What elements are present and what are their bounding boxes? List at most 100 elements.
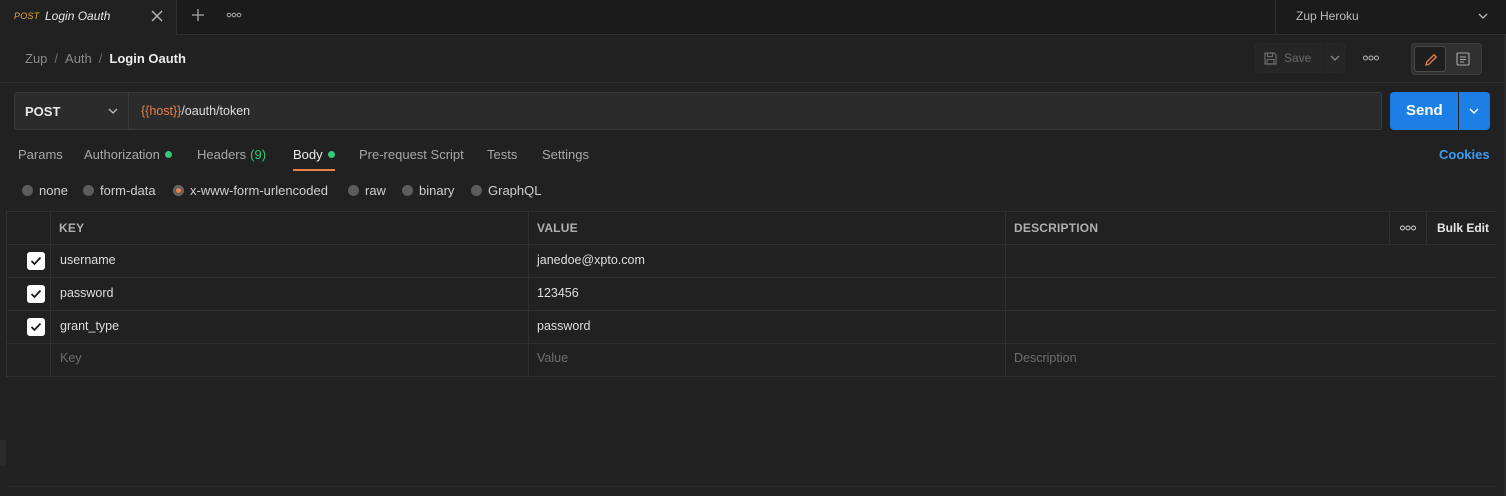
checkmark-icon (30, 322, 42, 332)
table-border (6, 211, 1496, 212)
headers-count-badge: (9) (250, 147, 267, 162)
url-input[interactable]: {{host}}/oauth/token (129, 92, 1382, 130)
radio-raw-label: raw (365, 183, 386, 198)
value-cell[interactable]: 123456 (537, 286, 579, 300)
cookies-link[interactable]: Cookies (1439, 147, 1490, 162)
method-label: POST (25, 104, 61, 119)
radio-button (83, 185, 94, 196)
environment-selector[interactable]: Zup Heroku (1275, 0, 1506, 35)
tab-headers[interactable]: Headers (9) (197, 147, 266, 162)
save-label: Save (1284, 51, 1312, 65)
radio-graphql-label: GraphQL (488, 183, 542, 198)
tab-tests[interactable]: Tests (487, 147, 517, 162)
sidebar-edge (0, 440, 6, 466)
row-checkbox[interactable] (27, 318, 45, 336)
column-header-description: DESCRIPTION (1014, 221, 1099, 235)
comment-icon[interactable] (1455, 51, 1471, 67)
table-border (1005, 211, 1006, 376)
radio-graphql[interactable]: GraphQL (471, 183, 541, 198)
pencil-icon (1425, 53, 1438, 66)
radio-button-selected (173, 185, 184, 196)
tab-settings[interactable]: Settings (542, 147, 589, 162)
table-border (6, 244, 1496, 245)
value-cell[interactable]: janedoe@xpto.com (537, 253, 645, 267)
checkmark-icon (30, 289, 42, 299)
chevron-down-icon (1469, 108, 1479, 114)
tab-authorization[interactable]: Authorization (84, 147, 172, 162)
tab-title: Login Oauth (45, 9, 111, 23)
radio-form-data-label: form-data (100, 183, 156, 198)
key-cell[interactable]: username (60, 253, 116, 267)
more-horizontal-icon[interactable] (1399, 221, 1417, 235)
send-label: Send (1406, 102, 1443, 119)
save-options-button[interactable] (1324, 43, 1346, 73)
radio-raw[interactable]: raw (348, 183, 386, 198)
plus-icon[interactable] (190, 7, 206, 23)
chevron-down-icon (1330, 55, 1340, 61)
radio-urlencoded-label: x-www-form-urlencoded (190, 183, 328, 198)
table-border (50, 211, 51, 376)
header-divider (0, 82, 1506, 83)
table-border (6, 376, 1496, 377)
active-tab-indicator (293, 169, 335, 171)
chevron-down-icon (1478, 13, 1488, 19)
bulk-edit-button[interactable]: Bulk Edit (1437, 221, 1489, 235)
save-icon (1264, 52, 1277, 65)
tab-body[interactable]: Body (293, 147, 335, 162)
table-border (1426, 211, 1427, 244)
send-options-button[interactable] (1459, 92, 1490, 130)
page-title[interactable]: Login Oauth (109, 51, 186, 66)
breadcrumb-item-collection[interactable]: Zup (25, 51, 47, 66)
request-tab[interactable]: POST Login Oauth (0, 0, 177, 35)
column-header-key: KEY (59, 221, 85, 235)
url-text: {{host}}/oauth/token (141, 104, 250, 118)
value-cell[interactable]: password (537, 319, 591, 333)
radio-button (348, 185, 359, 196)
table-border (1389, 211, 1390, 244)
view-mode-toggle (1411, 43, 1482, 75)
tab-bar: POST Login Oauth Zup Heroku (0, 0, 1506, 35)
description-input[interactable]: Description (1014, 351, 1077, 365)
table-border (6, 211, 7, 376)
radio-button (471, 185, 482, 196)
tab-headers-label: Headers (197, 147, 247, 162)
send-button[interactable]: Send (1390, 92, 1458, 130)
breadcrumb-item-folder[interactable]: Auth (65, 51, 92, 66)
table-border (6, 310, 1496, 311)
key-cell[interactable]: password (60, 286, 114, 300)
radio-binary-label: binary (419, 183, 455, 198)
radio-button (402, 185, 413, 196)
radio-urlencoded[interactable]: x-www-form-urlencoded (173, 183, 328, 198)
method-select[interactable]: POST (14, 92, 129, 130)
more-horizontal-icon[interactable] (226, 8, 242, 22)
save-button[interactable]: Save (1254, 43, 1323, 73)
more-horizontal-icon[interactable] (1362, 51, 1380, 65)
url-variable: {{host}} (141, 104, 182, 118)
value-input[interactable]: Value (537, 351, 568, 365)
status-dot (327, 151, 335, 158)
table-border (6, 277, 1496, 278)
row-checkbox[interactable] (27, 285, 45, 303)
close-icon[interactable] (150, 9, 164, 23)
edit-mode-button[interactable] (1414, 46, 1446, 72)
tab-params[interactable]: Params (18, 147, 63, 162)
radio-form-data[interactable]: form-data (83, 183, 156, 198)
table-border (528, 211, 529, 376)
tab-method-badge: POST (14, 11, 40, 21)
table-border (6, 343, 1496, 344)
radio-binary[interactable]: binary (402, 183, 454, 198)
status-dot (164, 151, 172, 158)
checkmark-icon (30, 256, 42, 266)
key-input[interactable]: Key (60, 351, 82, 365)
radio-none-label: none (39, 183, 68, 198)
tab-body-label: Body (293, 147, 323, 162)
environment-label: Zup Heroku (1296, 9, 1359, 23)
key-cell[interactable]: grant_type (60, 319, 119, 333)
radio-none[interactable]: none (22, 183, 68, 198)
pane-divider[interactable] (6, 486, 1496, 487)
tab-prerequest-script[interactable]: Pre-request Script (359, 147, 464, 162)
tab-authorization-label: Authorization (84, 147, 160, 162)
row-checkbox[interactable] (27, 252, 45, 270)
breadcrumb: Zup / Auth / Login Oauth (25, 51, 186, 66)
radio-button (22, 185, 33, 196)
